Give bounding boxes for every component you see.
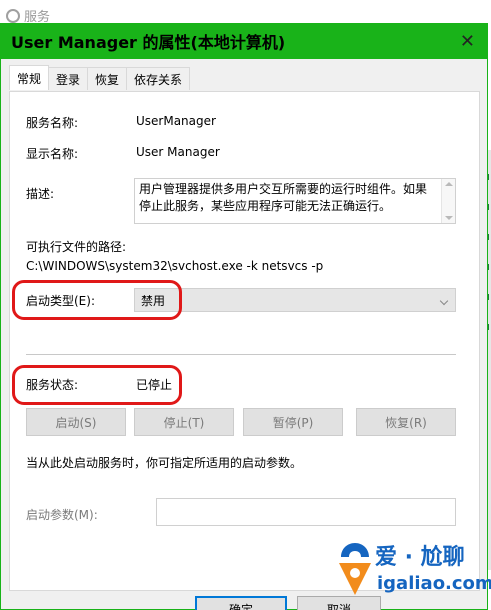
tab-strip: 常规 登录 恢复 依存关系 [9,65,191,91]
section-divider [26,354,456,355]
watermark-brand: 爱 · 尬聊 [375,545,465,570]
dialog-title: User Manager 的属性(本地计算机) [11,33,286,52]
tab-general[interactable]: 常规 [9,65,50,90]
display-name-value: User Manager [136,145,220,159]
watermark-logo-icon [339,543,371,595]
exec-path-label: 可执行文件的路径: [26,240,127,254]
service-status-highlight [12,365,182,405]
watermark-domain: igaliao.com [377,573,491,594]
tab-logon[interactable]: 登录 [48,67,89,90]
start-params-input[interactable] [156,498,456,526]
description-scrollbar[interactable] [441,179,455,223]
ok-button[interactable]: 确定 [195,596,287,610]
scroll-down-icon[interactable] [445,216,453,220]
exec-path-value: C:\WINDOWS\system32\svchost.exe -k netsv… [26,259,324,273]
startup-type-select[interactable]: 禁用 [134,288,456,312]
display-name-label: 显示名称: [26,147,79,161]
start-params-hint: 当从此处启动服务时，你可指定所适用的启动参数。 [26,456,303,470]
service-name-value: UserManager [136,114,216,128]
stop-button[interactable]: 停止(T) [134,408,234,436]
description-text: 用户管理器提供多用户交互所需要的运行时组件。如果停止此服务，某些应用程序可能无法… [139,182,428,213]
tab-recovery[interactable]: 恢复 [87,67,128,90]
pause-button[interactable]: 暂停(P) [243,408,343,436]
resume-button[interactable]: 恢复(R) [356,408,456,436]
general-tab-panel: 服务名称: UserManager 显示名称: User Manager 描述:… [9,91,480,591]
tab-dependencies[interactable]: 依存关系 [126,67,191,90]
close-icon[interactable]: ✕ [460,31,475,52]
service-name-label: 服务名称: [26,116,79,130]
site-watermark: 爱 · 尬聊 igaliao.com [333,535,491,607]
start-button[interactable]: 启动(S) [26,408,126,436]
dialog-title-bar[interactable]: User Manager 的属性(本地计算机) ✕ [1,23,487,59]
chevron-down-icon [439,296,449,306]
gear-icon [6,8,20,23]
startup-type-highlight [12,280,182,320]
description-label: 描述: [26,187,55,201]
description-textbox[interactable]: 用户管理器提供多用户交互所需要的运行时组件。如果停止此服务，某些应用程序可能无法… [134,178,456,224]
scroll-up-icon[interactable] [445,182,453,186]
service-properties-dialog: User Manager 的属性(本地计算机) ✕ 常规 登录 恢复 依存关系 … [0,23,488,610]
start-params-label: 启动参数(M): [26,508,98,522]
